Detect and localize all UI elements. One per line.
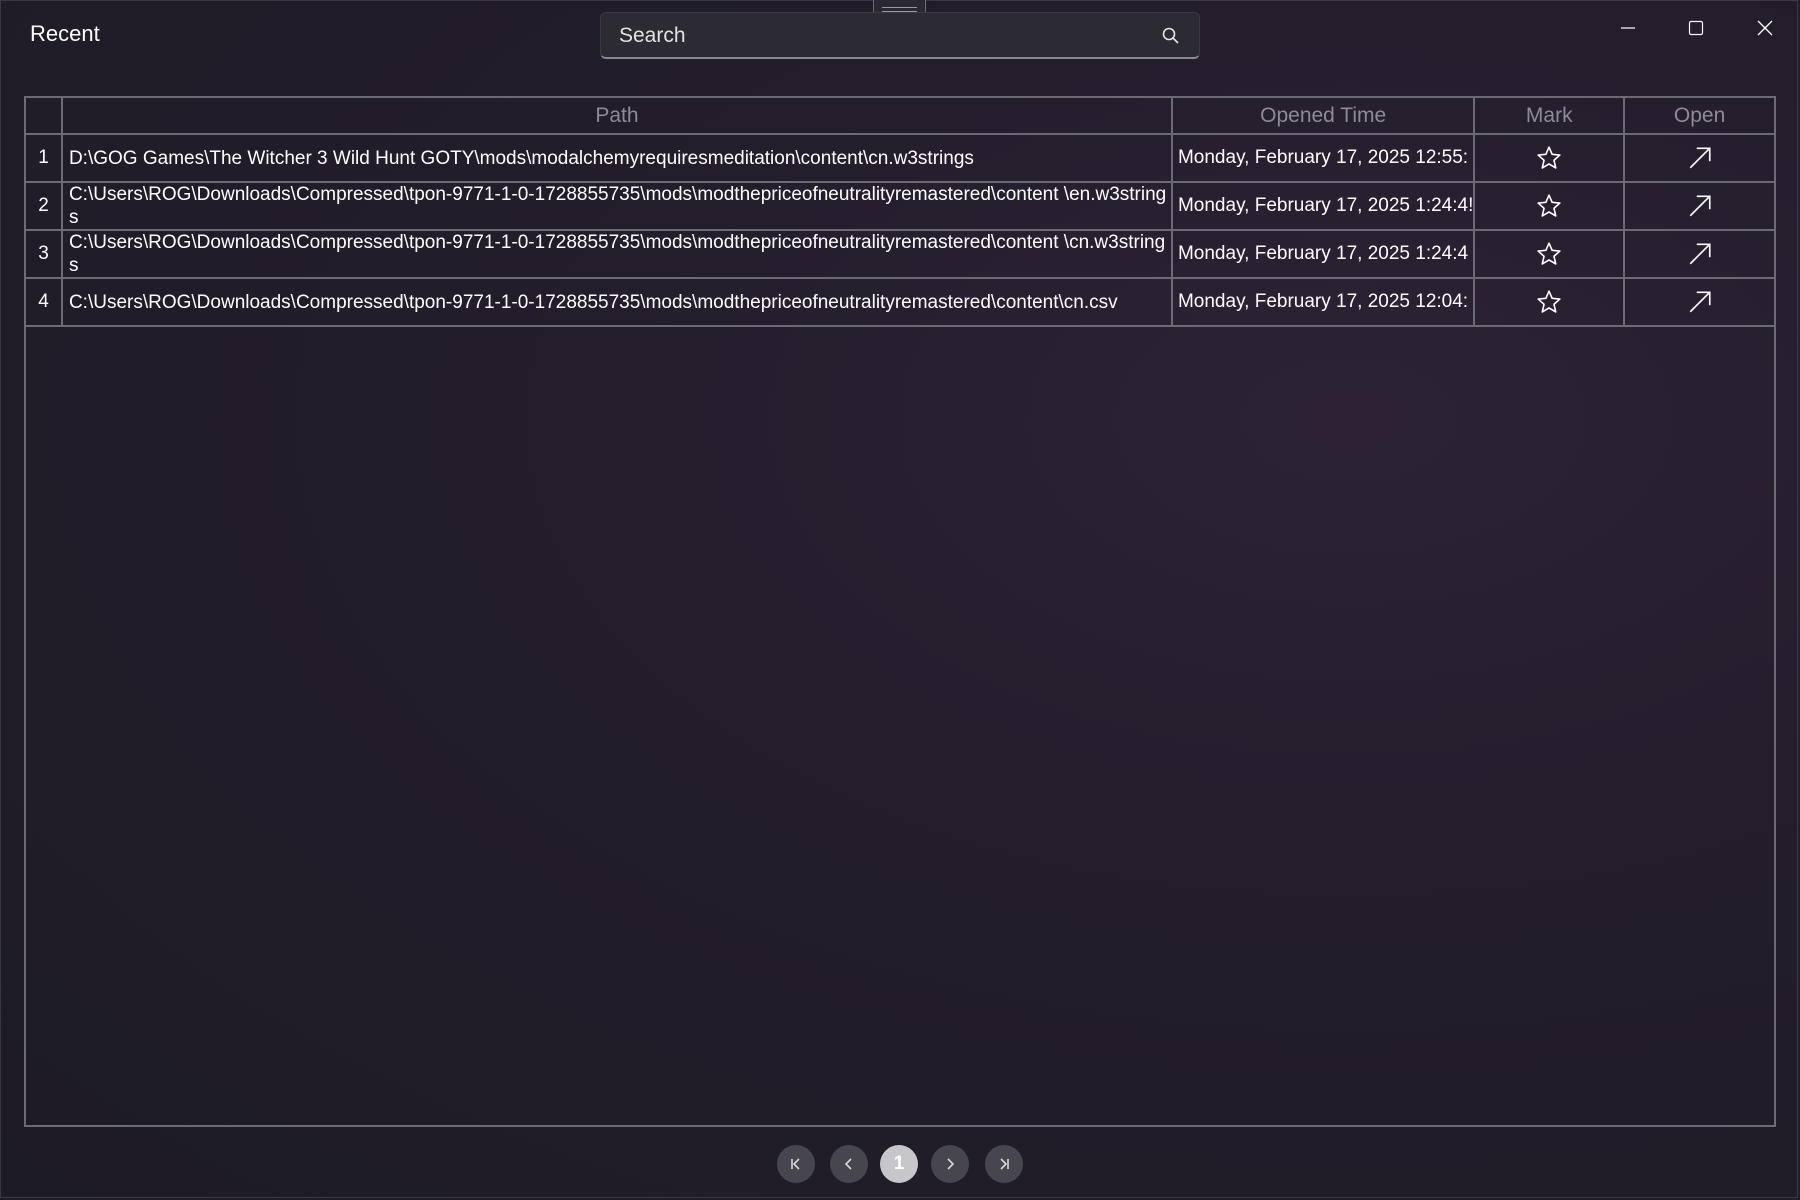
row-path[interactable]: C:\Users\ROG\Downloads\Compressed\tpon-9…: [60, 181, 1173, 231]
minimize-icon: [1621, 27, 1635, 29]
row-opened-time: Monday, February 17, 2025 12:04:: [1170, 277, 1476, 327]
open-cell[interactable]: [1623, 229, 1774, 279]
star-outline-icon[interactable]: [1536, 241, 1562, 267]
row-index: 1: [26, 133, 63, 183]
open-cell[interactable]: [1623, 133, 1774, 183]
search-box[interactable]: [600, 12, 1200, 59]
open-cell[interactable]: [1623, 277, 1774, 327]
star-outline-icon[interactable]: [1536, 289, 1562, 315]
column-header-mark[interactable]: Mark: [1473, 98, 1626, 135]
previous-page-button[interactable]: [830, 1145, 868, 1183]
row-path[interactable]: C:\Users\ROG\Downloads\Compressed\tpon-9…: [60, 229, 1173, 279]
search-icon[interactable]: [1161, 26, 1181, 46]
column-header-path[interactable]: Path: [60, 98, 1173, 135]
column-header-opened-time[interactable]: Opened Time: [1170, 98, 1476, 135]
maximize-icon: [1688, 20, 1704, 36]
maximize-button[interactable]: [1673, 10, 1719, 46]
next-page-button[interactable]: [931, 1145, 969, 1183]
recent-files-table: Path Opened Time Mark Open 1 D:\GOG Game…: [24, 96, 1776, 1127]
close-icon: [1757, 20, 1773, 36]
table-row[interactable]: 4 C:\Users\ROG\Downloads\Compressed\tpon…: [26, 277, 1774, 327]
minimize-button[interactable]: [1605, 10, 1651, 46]
row-opened-time: Monday, February 17, 2025 12:55:: [1170, 133, 1476, 183]
arrow-up-right-icon[interactable]: [1687, 193, 1713, 219]
mark-cell[interactable]: [1473, 133, 1626, 183]
row-opened-time: Monday, February 17, 2025 1:24:4: [1170, 229, 1476, 279]
first-page-icon: [791, 1158, 800, 1170]
mark-cell[interactable]: [1473, 229, 1626, 279]
last-page-button[interactable]: [985, 1145, 1023, 1183]
last-page-icon: [1000, 1158, 1009, 1170]
mark-cell[interactable]: [1473, 181, 1626, 231]
open-cell[interactable]: [1623, 181, 1774, 231]
column-header-open[interactable]: Open: [1623, 98, 1774, 135]
arrow-up-right-icon[interactable]: [1687, 145, 1713, 171]
row-index: 4: [26, 277, 63, 327]
first-page-button[interactable]: [777, 1145, 815, 1183]
star-outline-icon[interactable]: [1536, 193, 1562, 219]
table-row[interactable]: 1 D:\GOG Games\The Witcher 3 Wild Hunt G…: [26, 133, 1774, 183]
arrow-up-right-icon[interactable]: [1687, 289, 1713, 315]
previous-page-icon: [844, 1158, 852, 1170]
row-path[interactable]: C:\Users\ROG\Downloads\Compressed\tpon-9…: [60, 277, 1173, 327]
drag-handle-line: [882, 7, 917, 8]
table-row[interactable]: 2 C:\Users\ROG\Downloads\Compressed\tpon…: [26, 181, 1774, 231]
current-page-button[interactable]: 1: [880, 1145, 918, 1183]
row-index: 3: [26, 229, 63, 279]
arrow-up-right-icon[interactable]: [1687, 241, 1713, 267]
search-input[interactable]: [617, 21, 1141, 51]
row-opened-time: Monday, February 17, 2025 1:24:4!: [1170, 181, 1476, 231]
row-index: 2: [26, 181, 63, 231]
table-header-row: Path Opened Time Mark Open: [26, 98, 1774, 135]
recent-files-grid: Path Opened Time Mark Open 1 D:\GOG Game…: [26, 98, 1774, 327]
mark-cell[interactable]: [1473, 277, 1626, 327]
star-outline-icon[interactable]: [1536, 145, 1562, 171]
column-header-index: [26, 98, 63, 135]
row-path[interactable]: D:\GOG Games\The Witcher 3 Wild Hunt GOT…: [60, 133, 1173, 183]
table-row[interactable]: 3 C:\Users\ROG\Downloads\Compressed\tpon…: [26, 229, 1774, 279]
next-page-icon: [947, 1158, 955, 1170]
window-title: Recent: [30, 21, 100, 46]
close-button[interactable]: [1742, 10, 1788, 46]
